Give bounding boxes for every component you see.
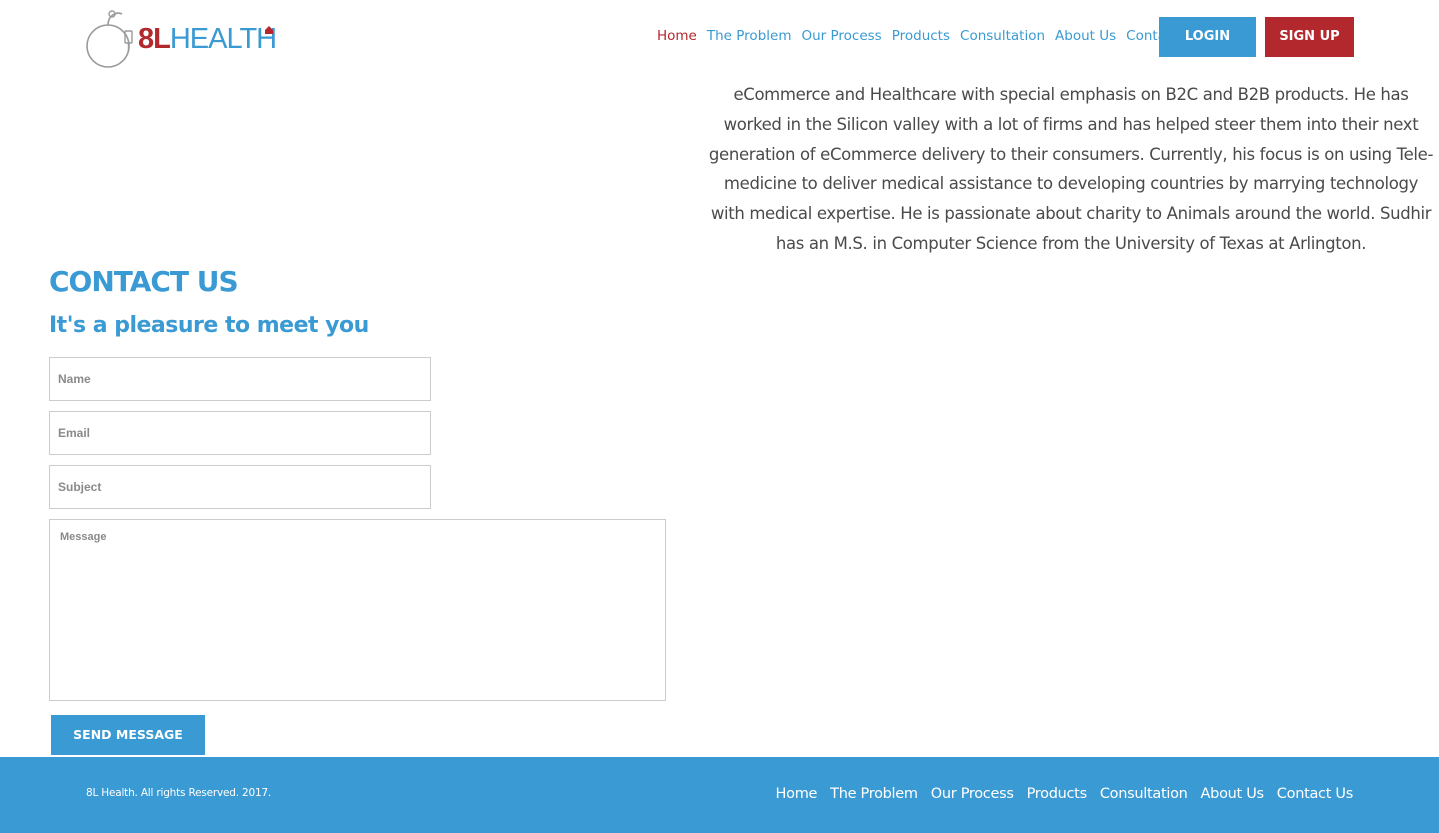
- footer-link-consultation[interactable]: Consultation: [1100, 786, 1188, 802]
- name-input[interactable]: [49, 357, 431, 401]
- footer-nav: Home The Problem Our Process Products Co…: [763, 786, 1354, 802]
- nav-home[interactable]: Home: [657, 27, 697, 47]
- subject-input[interactable]: [49, 465, 431, 509]
- signup-button[interactable]: SIGN UP: [1265, 17, 1354, 57]
- footer-link-home[interactable]: Home: [776, 786, 818, 802]
- footer-link-products[interactable]: Products: [1027, 786, 1088, 802]
- founder-bio-text: eCommerce and Healthcare with special em…: [708, 85, 1434, 253]
- site-footer: 8L Health. All rights Reserved. 2017. Ho…: [0, 757, 1439, 833]
- logo-wordmark: 8LHEALTH: [138, 21, 277, 57]
- message-textarea[interactable]: [49, 519, 666, 701]
- login-button[interactable]: LOGIN: [1159, 17, 1256, 57]
- copyright-text: 8L Health. All rights Reserved. 2017.: [86, 787, 272, 799]
- brand-logo[interactable]: 8LHEALTH: [84, 8, 284, 70]
- footer-link-contact-us[interactable]: Contact Us: [1277, 786, 1354, 802]
- nav-the-problem[interactable]: The Problem: [707, 27, 792, 47]
- email-input[interactable]: [49, 411, 431, 455]
- main-nav: Home The Problem Our Process Products Co…: [657, 27, 1210, 47]
- footer-link-our-process[interactable]: Our Process: [931, 786, 1014, 802]
- nav-products[interactable]: Products: [892, 27, 950, 47]
- stethoscope-icon: [86, 10, 133, 68]
- nav-our-process[interactable]: Our Process: [801, 27, 881, 47]
- site-header: 8LHEALTH Home The Problem Our Process Pr…: [0, 0, 1439, 76]
- logo-prefix: 8L: [138, 23, 171, 55]
- nav-consultation[interactable]: Consultation: [960, 27, 1045, 47]
- contact-title: CONTACT US: [49, 265, 239, 298]
- footer-link-the-problem[interactable]: The Problem: [830, 786, 918, 802]
- house-icon: [265, 26, 273, 34]
- contact-subtitle: It's a pleasure to meet you: [49, 313, 369, 338]
- footer-link-about-us[interactable]: About Us: [1201, 786, 1265, 802]
- nav-about-us[interactable]: About Us: [1055, 27, 1116, 47]
- logo-suffix: HEALTH: [169, 23, 277, 55]
- send-message-button[interactable]: SEND MESSAGE: [51, 715, 205, 755]
